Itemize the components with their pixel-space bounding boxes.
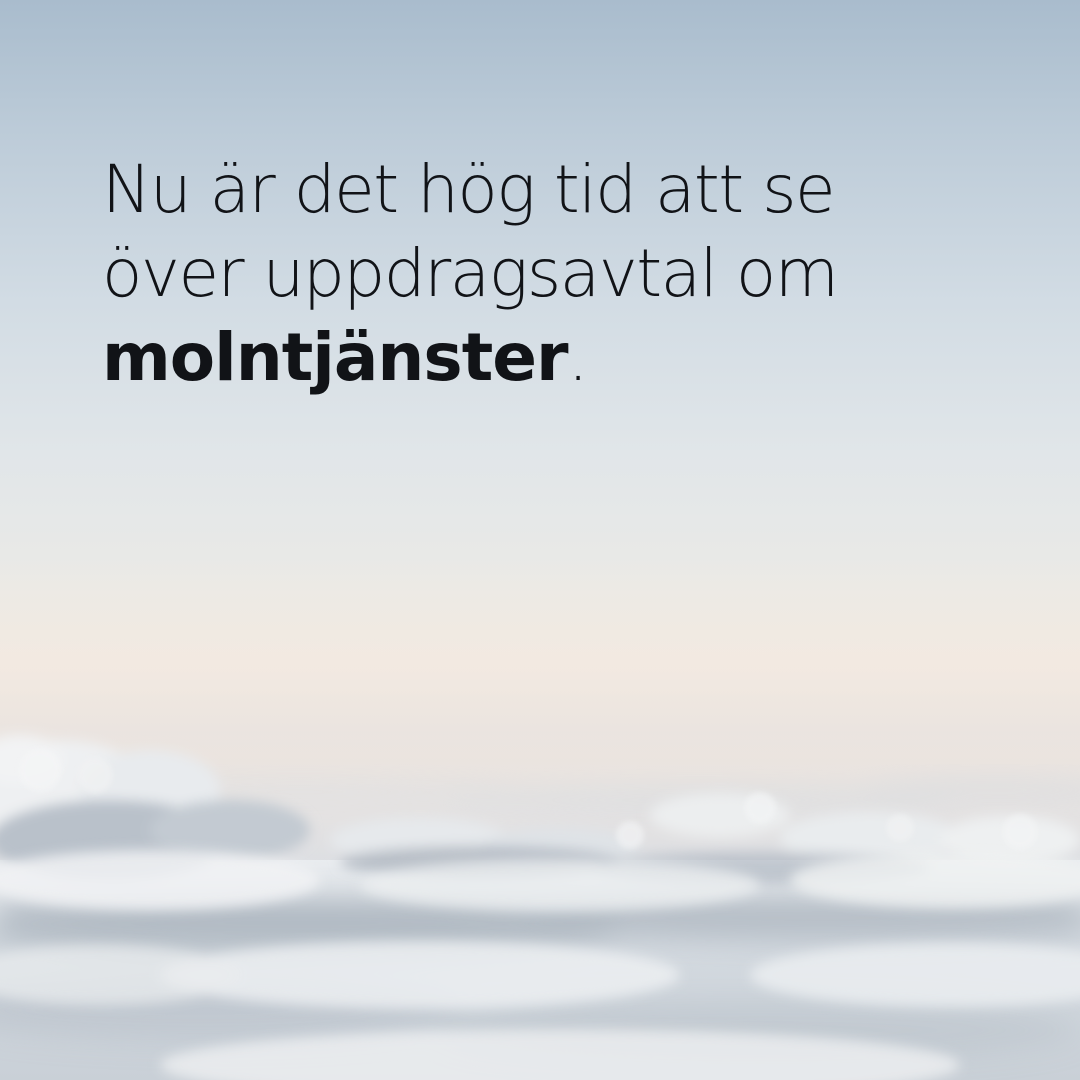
headline-period: . (567, 318, 589, 396)
headline-emphasis: molntjänster (102, 318, 569, 396)
social-post-canvas: Nu är det hög tid att se över uppdragsav… (0, 0, 1080, 1080)
headline: Nu är det hög tid att se över uppdragsav… (102, 148, 922, 399)
headline-line-1: Nu är det hög tid att se (102, 151, 836, 228)
headline-line-2: över uppdragsavtal om (102, 234, 839, 312)
headline-line-3: molntjänster. (102, 316, 922, 400)
